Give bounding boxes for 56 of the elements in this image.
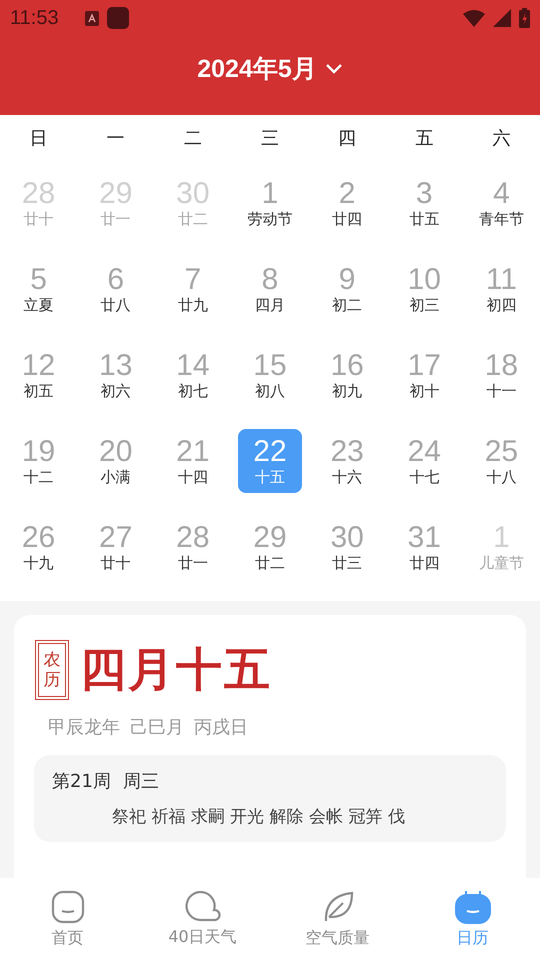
calendar-day[interactable]: 7 廿九 <box>160 257 225 321</box>
calendar-day[interactable]: 19 十二 <box>6 429 71 493</box>
calendar-day[interactable]: 29 廿二 <box>238 515 302 579</box>
calendar-day[interactable]: 6 廿八 <box>84 257 148 321</box>
app-notification-icon <box>106 7 129 29</box>
battery-icon <box>519 8 530 28</box>
calendar-day[interactable]: 8 四月 <box>238 257 302 321</box>
face-icon <box>50 890 84 924</box>
calendar-day[interactable]: 14 初七 <box>160 343 225 407</box>
calendar-day[interactable]: 21 十四 <box>160 429 225 493</box>
weekday-label: 三 <box>260 127 280 150</box>
signal-icon <box>493 9 511 27</box>
ganzhi-text: 己巳月 <box>130 716 184 739</box>
calendar-day[interactable]: 20 小满 <box>84 429 148 493</box>
calendar-day[interactable]: 1 劳动节 <box>238 171 302 235</box>
calendar-day[interactable]: 12 初五 <box>6 343 71 407</box>
calendar-day[interactable]: 31 廿四 <box>392 515 456 579</box>
calendar-day[interactable]: 11 初四 <box>469 257 534 321</box>
weekday-label: 六 <box>491 127 512 150</box>
week-number: 第21周 <box>52 770 111 793</box>
calendar-day[interactable]: 4 青年节 <box>469 171 534 235</box>
calendar-day[interactable]: 17 初十 <box>392 343 456 407</box>
calendar-day[interactable]: 5 立夏 <box>6 257 71 321</box>
calendar-day[interactable]: 13 初六 <box>84 343 148 407</box>
chevron-down-icon <box>324 62 343 74</box>
weekday-label: 一 <box>106 127 126 150</box>
activities-text: 祭祀 祈福 求嗣 开光 解除 会帐 冠笄 伐 <box>111 806 406 828</box>
calendar-day[interactable]: 2 廿四 <box>315 171 380 235</box>
calendar-day[interactable]: 28 廿一 <box>160 515 225 579</box>
calendar-day[interactable]: 25 十八 <box>469 429 534 493</box>
calendar-day[interactable]: 24 十七 <box>392 429 456 493</box>
calendar-day[interactable]: 9 初二 <box>315 257 380 321</box>
calendar-icon <box>454 890 490 924</box>
calendar-day[interactable]: 18 十一 <box>469 343 534 407</box>
calendar-day[interactable]: 23 十六 <box>315 429 380 493</box>
lunar-date: 四月十五 <box>80 641 272 698</box>
app-notification-icon <box>84 10 99 26</box>
calendar-day[interactable]: 3 廿五 <box>392 171 456 235</box>
lunar-badge: 农历 <box>38 642 66 698</box>
calendar-day[interactable]: 26 十九 <box>6 515 71 579</box>
calendar-day[interactable]: 15 初八 <box>238 343 302 407</box>
weekday-label: 五 <box>414 127 434 150</box>
calendar-day[interactable]: 30 廿三 <box>315 515 380 579</box>
month-picker[interactable]: 2024年5月 <box>193 48 347 89</box>
calendar-day[interactable]: 16 初九 <box>315 343 380 407</box>
status-time: 11:53 <box>10 6 59 30</box>
ganzhi-text: 甲辰龙年 <box>48 716 120 739</box>
weekday-label: 二 <box>182 127 203 150</box>
calendar-day[interactable]: 10 初三 <box>392 257 456 321</box>
weekday-text: 周三 <box>122 770 159 793</box>
cloud-icon <box>184 890 222 922</box>
weekday-label: 日 <box>28 127 49 150</box>
weekday-label: 四 <box>337 127 358 150</box>
ganzhi-text: 丙戌日 <box>194 716 248 739</box>
calendar-day[interactable]: 27 廿十 <box>84 515 148 579</box>
wifi-icon <box>463 10 485 26</box>
